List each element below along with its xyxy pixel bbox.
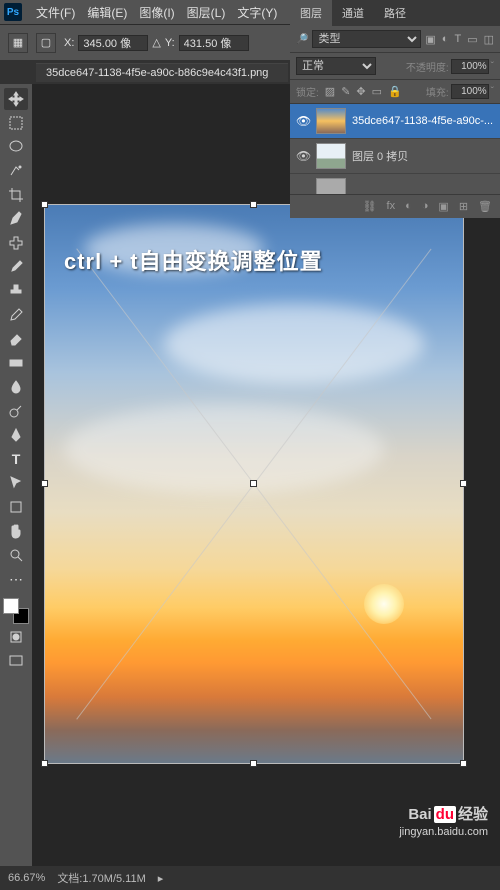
screen-mode-toggle[interactable] (4, 650, 28, 672)
lock-row: 锁定: ▨ ✎ ✥ ▭ 🔒 填充: ˇ (290, 80, 500, 104)
brush-tool[interactable] (4, 256, 28, 278)
lock-all-icon[interactable]: 🔒 (388, 85, 402, 98)
link-icon[interactable]: △ (152, 36, 160, 49)
healing-tool[interactable] (4, 232, 28, 254)
layer-row[interactable]: 👁 图层 0 拷贝 (290, 139, 500, 174)
toolbar-more[interactable]: ⋯ (4, 568, 28, 590)
move-tool[interactable] (4, 88, 28, 110)
layers-footer: ⛓ fx ◐ ◑ ▣ ⊞ 🗑 (290, 194, 500, 218)
filter-adjust-icon[interactable]: ◐ (442, 33, 449, 46)
chevron-down-icon[interactable]: ˇ (491, 61, 494, 72)
link-layers-icon[interactable]: ⛓ (363, 200, 377, 213)
layer-filter-row: 🔎 类型 ▣ ◐ T ▭ ◫ (290, 26, 500, 53)
lock-trans-icon[interactable]: ▨ (325, 85, 335, 98)
lock-brush-icon[interactable]: ✎ (341, 85, 350, 98)
menu-layer[interactable]: 图层(L) (181, 4, 232, 21)
panel-tabs: 图层 通道 路径 (290, 0, 500, 26)
fill-label: 填充: (426, 84, 449, 99)
foreground-swatch[interactable] (3, 598, 19, 614)
x-label: X: (64, 37, 74, 49)
blur-tool[interactable] (4, 376, 28, 398)
crop-tool[interactable] (4, 184, 28, 206)
canvas-image[interactable] (44, 204, 464, 764)
filter-pixel-icon[interactable]: ▣ (425, 33, 435, 46)
lock-move-icon[interactable]: ✥ (356, 85, 365, 98)
blend-opacity-row: 正常 不透明度: ˇ (290, 53, 500, 80)
menu-image[interactable]: 图像(I) (133, 4, 180, 21)
filter-smart-icon[interactable]: ◫ (484, 33, 494, 46)
quick-select-tool[interactable] (4, 160, 28, 182)
visibility-icon[interactable]: 👁 (296, 149, 310, 163)
document-tab[interactable]: 35dce647-1138-4f5e-a90c-b86c9e4c43f1.png (36, 63, 288, 82)
status-bar: 66.67% 文档:1.70M/5.11M ▸ (0, 866, 500, 890)
path-select-tool[interactable] (4, 472, 28, 494)
y-input[interactable] (179, 35, 249, 51)
tab-paths[interactable]: 路径 (374, 0, 416, 26)
tab-channels[interactable]: 通道 (332, 0, 374, 26)
doc-info: 文档:1.70M/5.11M (57, 870, 145, 886)
fill-input[interactable] (451, 84, 489, 99)
y-label: Y: (165, 37, 175, 49)
lock-artboard-icon[interactable]: ▭ (372, 85, 382, 98)
layer-thumb[interactable] (316, 178, 346, 194)
adjustment-icon[interactable]: ◑ (422, 200, 429, 213)
layers-panel: 图层 通道 路径 🔎 类型 ▣ ◐ T ▭ ◫ 正常 不透明度: ˇ 锁定: ▨… (290, 0, 500, 218)
filter-type-icon[interactable]: T (454, 33, 461, 46)
layer-name[interactable]: 35dce647-1138-4f5e-a90c-... (352, 115, 494, 127)
menu-edit[interactable]: 编辑(E) (81, 4, 133, 21)
x-input[interactable] (78, 35, 148, 51)
color-swatches[interactable] (3, 598, 29, 624)
marquee-tool[interactable] (4, 112, 28, 134)
quickmask-toggle[interactable] (4, 626, 28, 648)
layer-list: 👁 35dce647-1138-4f5e-a90c-... 👁 图层 0 拷贝 (290, 104, 500, 194)
dodge-tool[interactable] (4, 400, 28, 422)
ps-logo: Ps (4, 3, 22, 21)
layer-thumb[interactable] (316, 143, 346, 169)
layer-row[interactable]: 👁 35dce647-1138-4f5e-a90c-... (290, 104, 500, 139)
layer-thumb[interactable] (316, 108, 346, 134)
blend-mode-select[interactable]: 正常 (296, 57, 376, 75)
menu-file[interactable]: 文件(F) (30, 4, 81, 21)
sun-highlight (364, 584, 404, 624)
tutorial-caption: ctrl + t自由变换调整位置 (64, 244, 323, 276)
zoom-tool[interactable] (4, 544, 28, 566)
eraser-tool[interactable] (4, 328, 28, 350)
gradient-tool[interactable] (4, 352, 28, 374)
menu-type[interactable]: 文字(Y) (231, 4, 283, 21)
layer-row[interactable] (290, 174, 500, 194)
hand-tool[interactable] (4, 520, 28, 542)
history-brush-tool[interactable] (4, 304, 28, 326)
opacity-input[interactable] (451, 59, 489, 74)
tab-layers[interactable]: 图层 (290, 0, 332, 26)
chevron-down-icon[interactable]: ˇ (491, 86, 494, 97)
lock-label: 锁定: (296, 84, 319, 99)
toolbar: T ⋯ (0, 84, 32, 866)
stamp-tool[interactable] (4, 280, 28, 302)
lasso-tool[interactable] (4, 136, 28, 158)
mask-icon[interactable]: ◐ (405, 200, 412, 213)
layer-name[interactable]: 图层 0 拷贝 (352, 148, 494, 164)
new-layer-icon[interactable]: ⊞ (459, 200, 468, 213)
watermark: Baidu经验 jingyan.baidu.com (399, 804, 488, 840)
filter-kind-select[interactable]: 类型 (312, 30, 421, 48)
fx-icon[interactable]: fx (387, 200, 396, 213)
status-chevron-icon[interactable]: ▸ (158, 872, 164, 885)
eyedropper-tool[interactable] (4, 208, 28, 230)
type-tool[interactable]: T (4, 448, 28, 470)
shape-tool[interactable] (4, 496, 28, 518)
reference-point-icon[interactable]: ▢ (36, 33, 56, 53)
transform-tool-icon[interactable]: ▦ (8, 33, 28, 53)
trash-icon[interactable]: 🗑 (478, 200, 492, 213)
zoom-level[interactable]: 66.67% (8, 872, 45, 884)
filter-shape-icon[interactable]: ▭ (467, 33, 477, 46)
group-icon[interactable]: ▣ (438, 200, 448, 213)
opacity-label: 不透明度: (406, 59, 449, 74)
visibility-icon[interactable]: 👁 (296, 114, 310, 128)
pen-tool[interactable] (4, 424, 28, 446)
